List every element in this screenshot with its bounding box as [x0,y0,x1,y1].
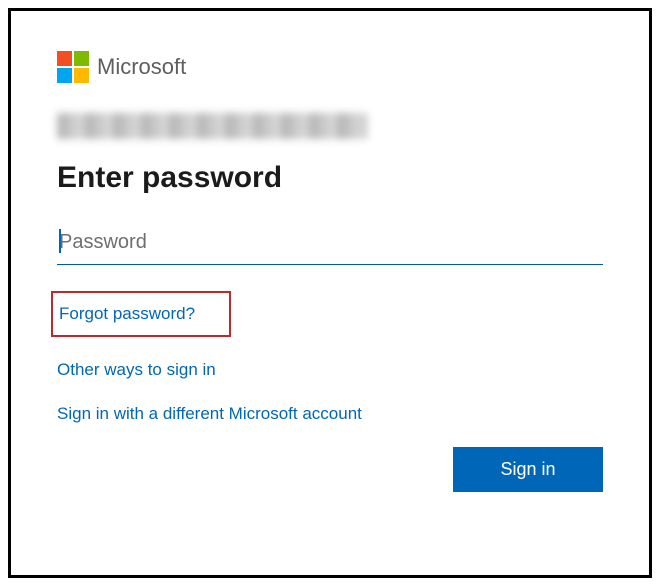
password-field-wrap [57,225,603,265]
text-cursor-icon [59,229,61,253]
brand-name: Microsoft [97,54,186,80]
annotation-highlight: Forgot password? [51,291,231,337]
password-input[interactable] [57,225,603,265]
page-title: Enter password [57,161,603,195]
microsoft-logo-icon [57,51,89,83]
different-account-link[interactable]: Sign in with a different Microsoft accou… [57,403,362,425]
forgot-password-link[interactable]: Forgot password? [59,303,195,325]
account-email-redacted [57,113,367,139]
action-row: Sign in [57,447,603,492]
signin-dialog: Microsoft Enter password Forgot password… [8,8,652,578]
brand-row: Microsoft [57,51,603,83]
other-ways-link[interactable]: Other ways to sign in [57,359,216,381]
signin-button[interactable]: Sign in [453,447,603,492]
